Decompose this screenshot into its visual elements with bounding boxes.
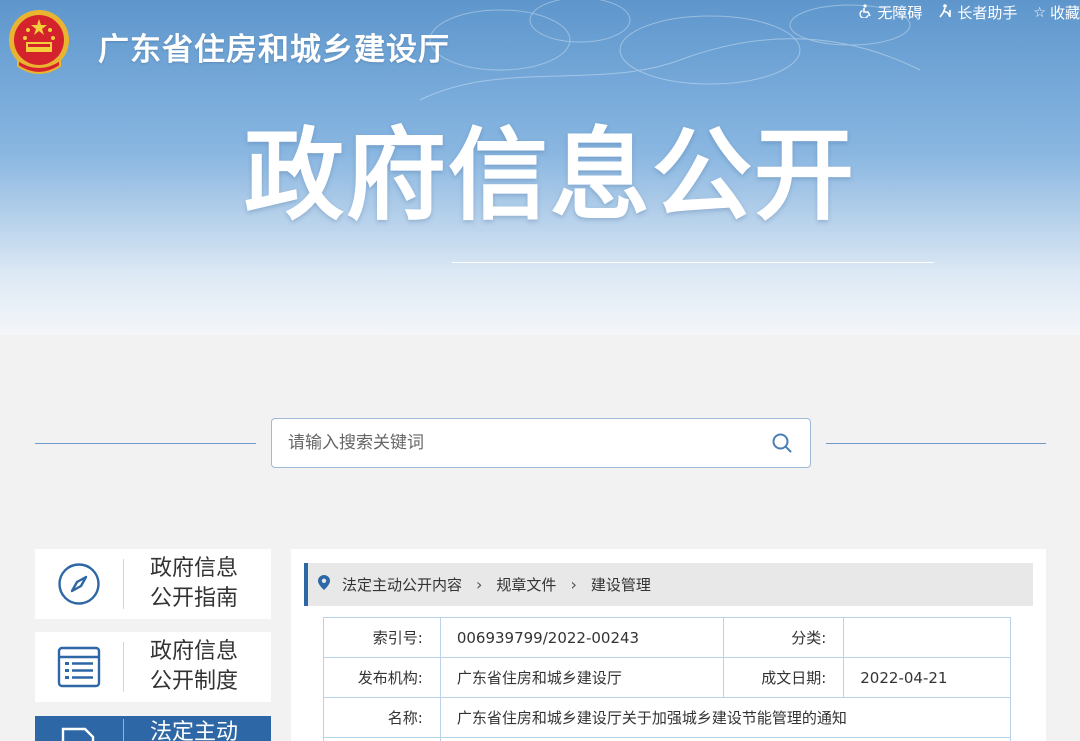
- star-icon: ☆: [1033, 4, 1046, 21]
- sidebar-item-label: 政府信息 公开指南: [124, 554, 271, 614]
- sidebar-item-label-line1: 法定主动: [150, 720, 239, 741]
- name-value: 广东省住房和城乡建设厅关于加强城乡建设节能管理的通知: [439, 697, 1012, 738]
- content-panel: 法定主动公开内容 › 规章文件 › 建设管理 索引号: 006939799/20…: [291, 549, 1046, 741]
- search-bar: [271, 418, 811, 468]
- breadcrumb: 法定主动公开内容 › 规章文件 › 建设管理: [304, 563, 1033, 606]
- search-deco-line-right: [826, 443, 1046, 444]
- sidebar-item-label-line2: 公开指南: [150, 586, 239, 611]
- accessibility-link[interactable]: 无障碍: [859, 2, 922, 23]
- chevron-right-icon: ›: [570, 575, 577, 594]
- compass-icon: [58, 563, 100, 605]
- publisher-value: 广东省住房和城乡建设厅: [439, 657, 725, 698]
- document-meta-table: 索引号: 006939799/2022-00243 分类: 发布机构: 广东省住…: [323, 617, 1012, 741]
- chevron-right-icon: ›: [476, 575, 483, 594]
- sidebar-item-label-line1: 政府信息: [150, 639, 239, 664]
- table-row: 名称: 广东省住房和城乡建设厅关于加强城乡建设节能管理的通知: [323, 697, 1012, 738]
- national-emblem-logo: [9, 10, 69, 74]
- banner-title: 政府信息公开: [244, 117, 856, 234]
- index-label: 索引号:: [323, 617, 441, 658]
- search-input[interactable]: [272, 419, 754, 467]
- date-label: 成文日期:: [723, 657, 845, 698]
- publisher-label: 发布机构:: [323, 657, 441, 698]
- category-value: [843, 617, 1011, 658]
- site-name[interactable]: 广东省住房和城乡建设厅: [98, 24, 450, 69]
- table-row: 索引号: 006939799/2022-00243 分类:: [323, 617, 1011, 658]
- sidebar-item-disclosure-system[interactable]: 政府信息 公开制度: [35, 632, 271, 702]
- header-banner: 广东省住房和城乡建设厅 无障碍 长者助手 ☆ 收藏 政府信息公开: [0, 0, 1080, 335]
- search-deco-line-left: [35, 443, 256, 444]
- folder-document-icon: [61, 727, 95, 741]
- sidebar-item-label: 政府信息 公开制度: [124, 637, 271, 697]
- index-value: 006939799/2022-00243: [439, 617, 725, 658]
- favorite-link[interactable]: ☆ 收藏: [1033, 2, 1080, 23]
- top-utility-links: 无障碍 长者助手 ☆ 收藏: [843, 2, 1080, 23]
- category-label: 分类:: [723, 617, 845, 658]
- breadcrumb-item-construction-management[interactable]: 建设管理: [591, 574, 651, 595]
- favorite-label: 收藏: [1049, 4, 1080, 22]
- date-value: 2022-04-21: [843, 657, 1011, 698]
- search-button[interactable]: [754, 419, 810, 467]
- breadcrumb-item-regulations[interactable]: 规章文件: [496, 574, 556, 595]
- sidebar-item-label: 法定主动: [124, 716, 271, 741]
- banner-divider: [452, 262, 934, 263]
- sidebar-item-statutory-disclosure[interactable]: 法定主动: [35, 716, 271, 741]
- elder-helper-icon: [938, 3, 953, 22]
- table-row: [323, 737, 1012, 741]
- search-icon: [772, 433, 792, 453]
- sidebar-item-label-line1: 政府信息: [150, 556, 239, 581]
- accessibility-label: 无障碍: [877, 4, 923, 22]
- elder-helper-label: 长者助手: [957, 4, 1018, 22]
- list-document-icon: [57, 646, 101, 688]
- breadcrumb-item-statutory-content[interactable]: 法定主动公开内容: [342, 574, 462, 595]
- sidebar-item-label-line2: 公开制度: [150, 669, 239, 694]
- accessibility-icon: [859, 3, 873, 22]
- table-row: 发布机构: 广东省住房和城乡建设厅 成文日期: 2022-04-21: [323, 657, 1011, 698]
- name-label: 名称:: [323, 697, 441, 738]
- sidebar-item-disclosure-guide[interactable]: 政府信息 公开指南: [35, 549, 271, 619]
- location-pin-icon: [318, 575, 330, 594]
- elder-helper-link[interactable]: 长者助手: [938, 2, 1017, 23]
